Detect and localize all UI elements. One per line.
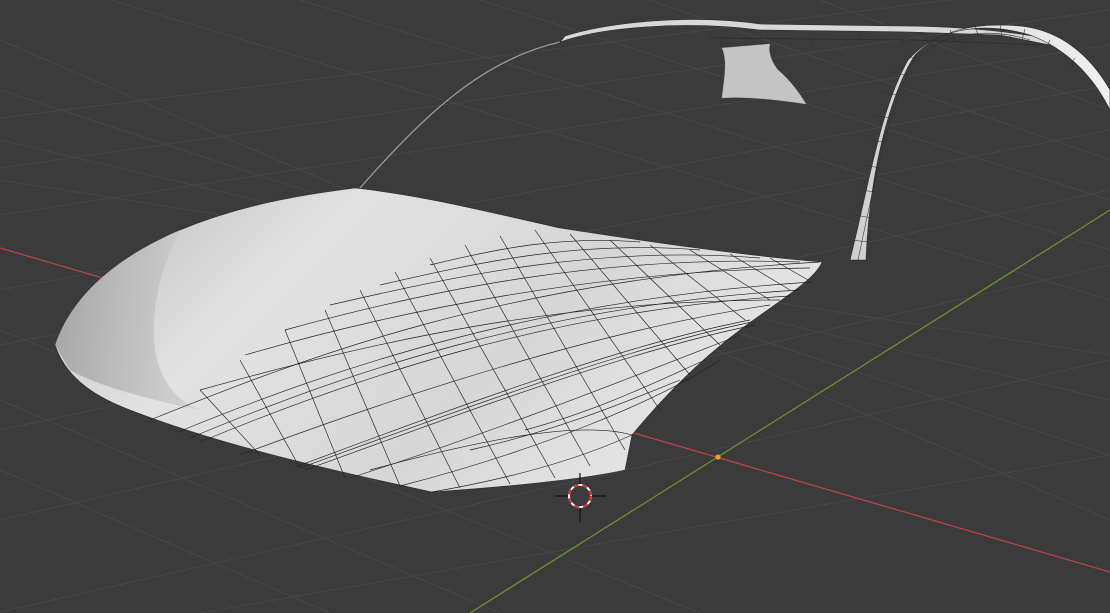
roof-strip[interactable] bbox=[559, 19, 1051, 46]
3d-viewport[interactable] bbox=[0, 0, 1110, 613]
viewport-canvas[interactable] bbox=[0, 0, 1110, 613]
roof-strip-edge bbox=[709, 37, 1046, 46]
hood-mesh[interactable] bbox=[54, 187, 823, 493]
world-origin-icon bbox=[715, 454, 721, 460]
roof-curve bbox=[359, 41, 561, 189]
right-pillar-wires bbox=[851, 24, 1076, 261]
mirror-panel[interactable] bbox=[721, 43, 807, 105]
